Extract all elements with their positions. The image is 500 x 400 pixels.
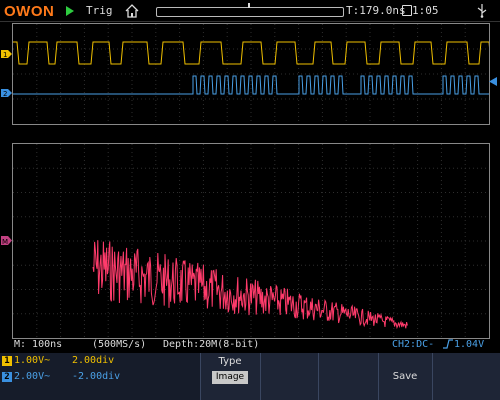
svg-text:2: 2 [3, 90, 7, 97]
ch1-badge: 1 [2, 356, 12, 366]
ch1-marker-icon[interactable]: 1 [1, 50, 12, 58]
ch2-volts-div: 2.00V~ [14, 371, 51, 382]
math-marker-icon[interactable]: M [1, 236, 12, 245]
menu-slot-5[interactable] [432, 353, 500, 400]
usb-icon [477, 4, 487, 18]
ch2-marker-icon[interactable]: 2 [1, 89, 12, 97]
ch2-position: -2.00div [72, 371, 121, 382]
waveform-window[interactable] [12, 23, 490, 125]
time-offset: T:179.0ns [346, 4, 406, 17]
menu-slot-2[interactable] [260, 353, 319, 400]
play-icon[interactable] [66, 6, 74, 16]
brand-logo: OWON [4, 3, 55, 20]
memory-position-marker [248, 3, 250, 8]
waveform-grid [13, 24, 489, 124]
fft-window[interactable] [12, 143, 490, 339]
ch1-volts-div: 1.00V~ [14, 355, 51, 366]
trigger-status: Trig [86, 4, 113, 17]
divider [0, 21, 500, 22]
home-icon[interactable] [124, 4, 140, 18]
svg-text:M: M [2, 238, 8, 245]
rising-edge-icon [443, 339, 453, 349]
ch1-position: 2.00div [72, 355, 115, 366]
clock-time: 1:05 [412, 4, 439, 17]
timebase-label: M: 100ns [14, 339, 63, 350]
svg-text:1: 1 [3, 51, 7, 58]
ch2-badge: 2 [2, 372, 12, 382]
trigger-level-icon[interactable] [489, 77, 497, 86]
save-button[interactable]: Save [378, 353, 432, 400]
type-menu-label: Type [218, 356, 242, 367]
menu-slot-3[interactable] [318, 353, 379, 400]
fft-spectrum-trace [92, 240, 408, 330]
type-menu-value[interactable]: Image [212, 371, 248, 384]
memory-position-bar[interactable] [156, 7, 344, 17]
sample-rate-label: (500MS/s) [92, 339, 147, 350]
record-depth-label: Depth:20M(8-bit) [163, 339, 260, 350]
clock-icon [402, 5, 412, 16]
fft-grid [13, 144, 489, 338]
trigger-source-label: CH2:DC- [392, 339, 435, 350]
trigger-level-label: 1.04V [454, 339, 485, 350]
